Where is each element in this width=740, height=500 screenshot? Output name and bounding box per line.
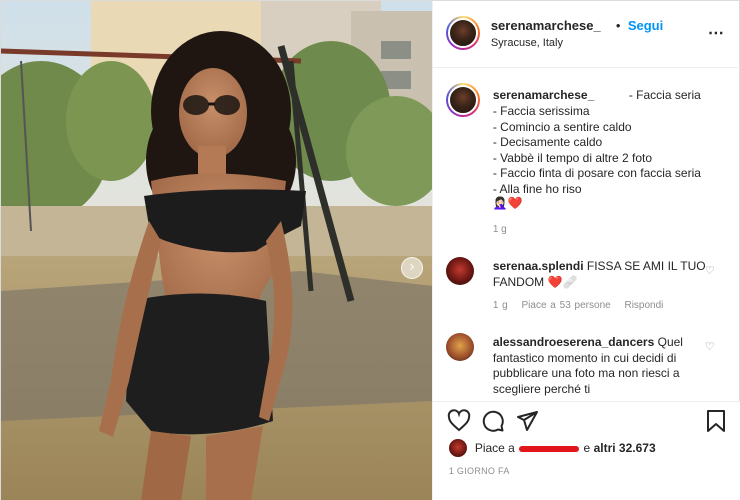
instagram-post: › serenamarchese_ • Segui Syracuse, Ital… <box>0 0 740 500</box>
comments-section[interactable]: serenamarchese_ - Faccia seria - Faccia … <box>433 69 740 400</box>
comment-like-icon[interactable]: ♡ <box>705 264 715 277</box>
likes-count[interactable]: altri 32.673 <box>594 441 656 455</box>
heart-icon[interactable] <box>447 409 471 433</box>
post-header: serenamarchese_ • Segui Syracuse, Italy … <box>432 1 740 68</box>
likes-prefix: Piace a <box>474 441 515 455</box>
caption-line: - Decisamente caldo <box>492 135 603 149</box>
caption-line: - Alla fine ho riso <box>492 181 582 196</box>
comment-time[interactable]: 1 g <box>493 300 508 311</box>
more-options-icon[interactable]: ⋯ <box>708 23 725 43</box>
caption-line: - Faccio finta di posare con faccia seri… <box>492 166 701 180</box>
caption-line: - Faccia serissima <box>492 104 590 118</box>
post-location[interactable]: Syracuse, Italy <box>491 37 563 49</box>
reply-button[interactable]: Rispondi <box>624 300 663 311</box>
caption-title: - Faccia seria <box>628 88 701 102</box>
dot-separator: • <box>615 18 621 33</box>
share-icon[interactable] <box>515 409 539 433</box>
caption-time[interactable]: 1 g <box>493 224 507 235</box>
comment-likes[interactable]: Piace a 53 persone <box>522 300 611 311</box>
comment-username[interactable]: alessandroeserena_dancers <box>493 335 654 349</box>
likes-text[interactable]: Piace a e altri 32.673 <box>475 441 656 455</box>
bookmark-icon[interactable] <box>705 409 727 433</box>
post-timestamp[interactable]: 1 GIORNO FA <box>449 466 510 476</box>
comment-meta: 1 g Piace a 53 persone Rispondi <box>493 300 674 311</box>
caption-emojis: 🤦🏻‍♀️❤️ <box>492 196 523 210</box>
chevron-right-icon: › <box>409 259 415 275</box>
caption-line: - Comincio a sentire caldo <box>492 119 632 134</box>
comment-like-icon[interactable]: ♡ <box>705 340 715 353</box>
comment-avatar[interactable] <box>445 257 474 285</box>
comment-text: serenaa.splendi FISSA SE AMI IL TUO FAND… <box>493 259 713 290</box>
author-avatar[interactable] <box>445 16 480 50</box>
caption-text: - Faccia serissima - Comincio a sentire … <box>493 104 701 197</box>
caption-avatar[interactable] <box>445 83 480 117</box>
post-photo[interactable]: › <box>1 1 432 500</box>
post-side-panel: serenamarchese_ • Segui Syracuse, Italy … <box>431 1 740 500</box>
likes-middle: e <box>583 441 591 455</box>
comment-username[interactable]: serenaa.splendi <box>493 259 584 273</box>
liker-avatar[interactable] <box>448 439 467 457</box>
caption-username[interactable]: serenamarchese_ <box>493 88 594 102</box>
author-username[interactable]: serenamarchese_ <box>491 18 601 33</box>
photo-illustration <box>1 1 432 500</box>
next-photo-button[interactable]: › <box>401 257 423 279</box>
post-actions: Piace a e altri 32.673 1 GIORNO FA <box>432 401 740 500</box>
redaction-mark <box>519 445 580 452</box>
comment-avatar[interactable] <box>445 333 474 361</box>
follow-button[interactable]: Segui <box>628 18 663 33</box>
caption-line: - Vabbè il tempo di altre 2 foto <box>492 150 653 165</box>
comment-icon[interactable] <box>481 409 505 433</box>
comment-text: alessandroeserena_dancers Quel fantastic… <box>493 335 715 397</box>
